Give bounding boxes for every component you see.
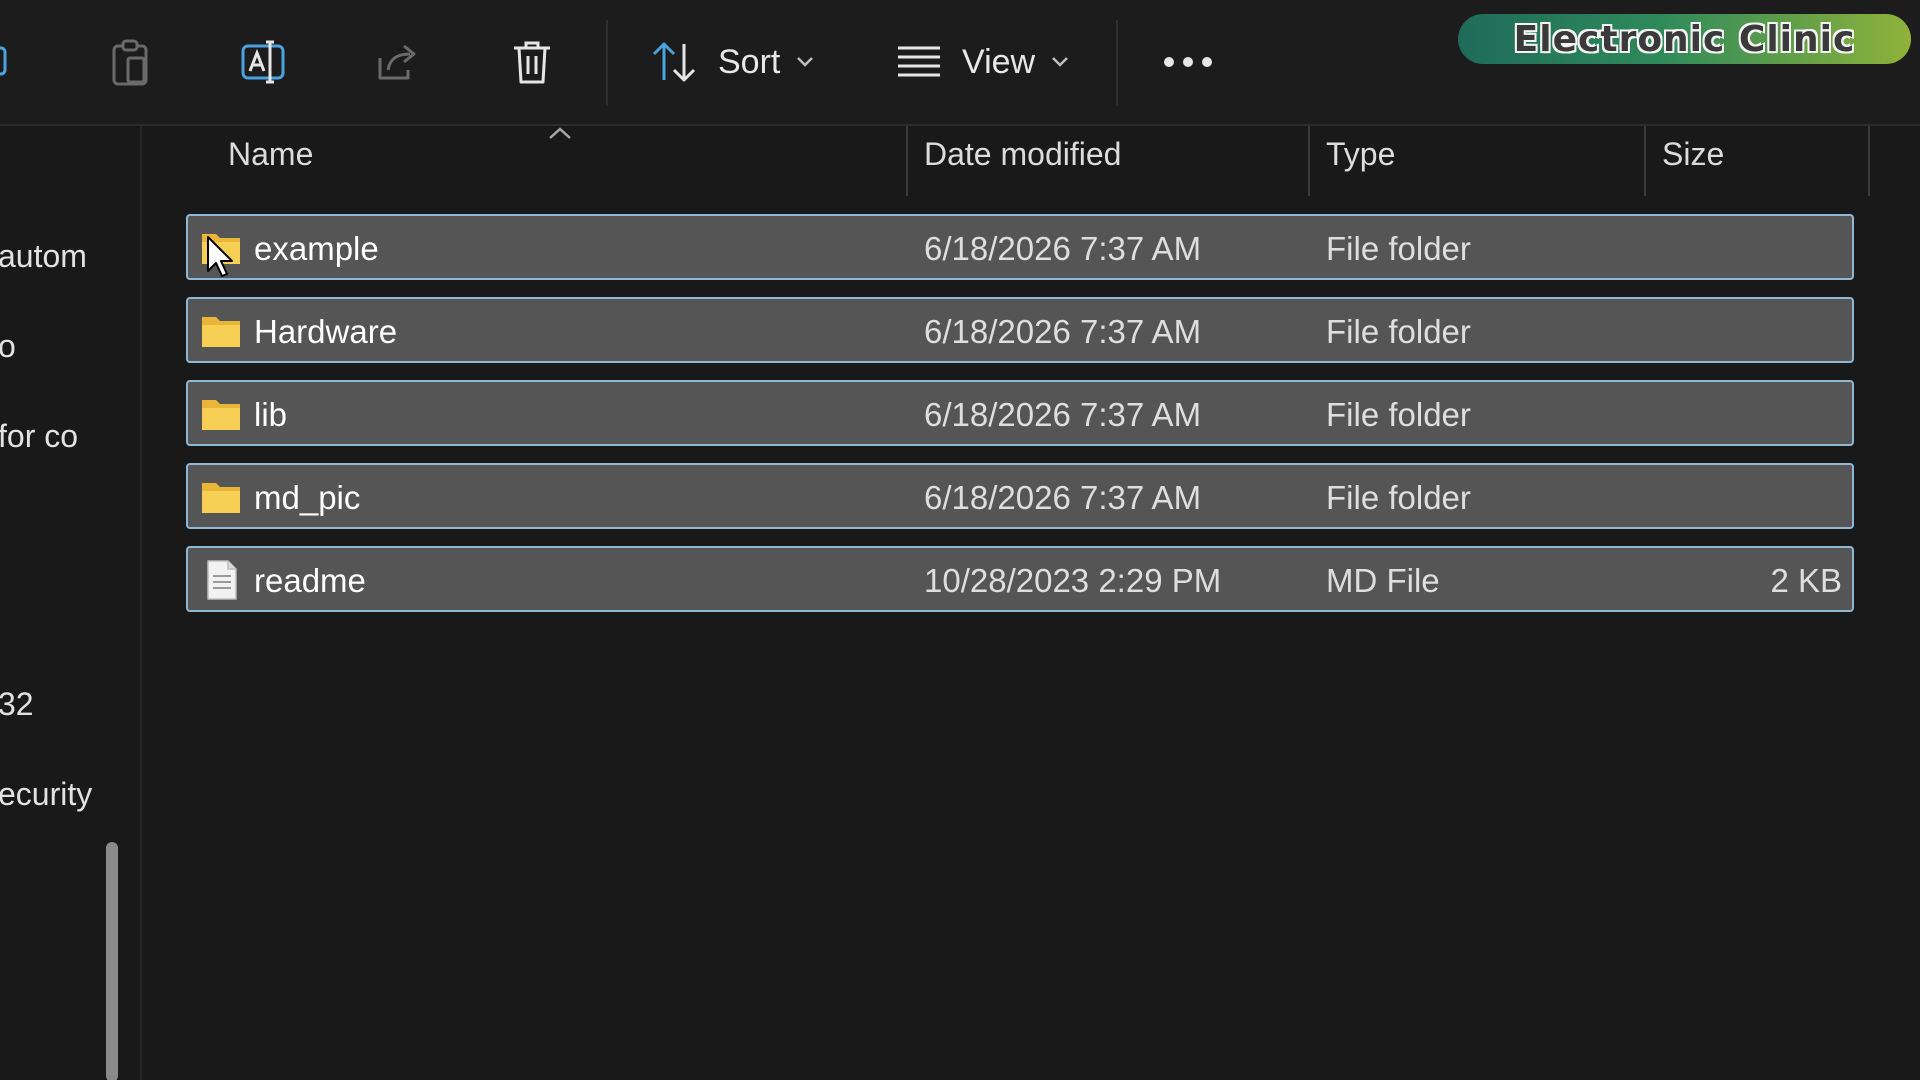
- nav-item[interactable]: autom: [0, 238, 87, 275]
- share-button[interactable]: [374, 30, 422, 94]
- chevron-down-icon: [1052, 57, 1068, 67]
- column-header-date-modified[interactable]: Date modified: [924, 136, 1121, 173]
- column-header-name[interactable]: Name: [228, 136, 313, 173]
- file-date-modified: 6/18/2026 7:37 AM: [924, 479, 1202, 516]
- view-button[interactable]: View: [896, 30, 1076, 94]
- file-type: File folder: [1326, 479, 1471, 516]
- column-header-size[interactable]: Size: [1662, 136, 1724, 173]
- watermark-text: Electronic Clinic: [1513, 18, 1856, 60]
- mouse-cursor-icon: [207, 236, 233, 277]
- nav-item[interactable]: for co: [0, 418, 78, 455]
- file-date-modified: 6/18/2026 7:37 AM: [924, 230, 1202, 267]
- file-date-modified: 6/18/2026 7:37 AM: [924, 313, 1202, 350]
- file-type: File folder: [1326, 396, 1471, 433]
- copy-icon: [0, 46, 7, 76]
- sort-arrows-icon: [652, 42, 696, 82]
- nav-item[interactable]: 32: [0, 686, 34, 723]
- file-type: File folder: [1326, 313, 1471, 350]
- document-icon: [207, 560, 237, 600]
- folder-icon: [202, 400, 240, 430]
- cut-button[interactable]: [0, 30, 26, 94]
- rename-icon: [241, 40, 285, 84]
- file-size: 2 KB: [1770, 562, 1842, 599]
- scrollbar-thumb[interactable]: [106, 842, 118, 1080]
- folder-icon: [202, 483, 240, 513]
- file-name: lib: [254, 396, 288, 433]
- sort-button[interactable]: Sort: [650, 30, 820, 94]
- nav-item[interactable]: o: [0, 328, 16, 365]
- sort-label: Sort: [718, 42, 781, 81]
- nav-item[interactable]: ecurity: [0, 776, 92, 813]
- file-row[interactable]: example 6/18/2026 7:37 AM File folder: [186, 214, 1854, 280]
- command-bar: Sort View Electronic Clinic: [0, 0, 1920, 126]
- rename-button[interactable]: [240, 30, 288, 94]
- watermark-logo: Electronic Clinic: [1458, 14, 1911, 64]
- file-row[interactable]: md_pic 6/18/2026 7:37 AM File folder: [186, 463, 1854, 529]
- trash-icon: [514, 41, 550, 84]
- share-icon: [378, 44, 416, 80]
- column-divider[interactable]: [1644, 126, 1646, 196]
- clipboard-icon: [112, 39, 148, 86]
- column-header-type[interactable]: Type: [1326, 136, 1395, 173]
- file-name: readme: [254, 562, 366, 599]
- file-date-modified: 10/28/2023 2:29 PM: [924, 562, 1222, 599]
- folder-icon: [202, 317, 240, 347]
- column-header-row: Name Date modified Type Size: [142, 126, 1920, 200]
- chevron-down-icon: [797, 57, 814, 67]
- file-row[interactable]: lib 6/18/2026 7:37 AM File folder: [186, 380, 1854, 446]
- delete-button[interactable]: [508, 30, 556, 94]
- more-dots-icon: [1164, 57, 1212, 67]
- file-row[interactable]: Hardware 6/18/2026 7:37 AM File folder: [186, 297, 1854, 363]
- file-type: File folder: [1326, 230, 1471, 267]
- toolbar-divider: [1116, 20, 1118, 106]
- paste-button[interactable]: [106, 30, 154, 94]
- navigation-pane: autom o for co 32 ecurity: [0, 126, 142, 1080]
- file-name: md_pic: [254, 479, 361, 516]
- column-divider[interactable]: [1308, 126, 1310, 196]
- file-date-modified: 6/18/2026 7:37 AM: [924, 396, 1202, 433]
- file-type: MD File: [1326, 562, 1440, 599]
- view-list-icon: [898, 46, 940, 77]
- file-name: example: [254, 230, 379, 267]
- sort-ascending-caret-icon: [549, 127, 571, 139]
- toolbar-divider: [606, 20, 608, 106]
- file-row[interactable]: readme 10/28/2023 2:29 PM MD File 2 KB: [186, 546, 1854, 612]
- view-label: View: [962, 42, 1036, 81]
- more-options-button[interactable]: [1160, 30, 1216, 94]
- file-name: Hardware: [254, 313, 398, 350]
- column-divider[interactable]: [1868, 126, 1870, 196]
- column-divider[interactable]: [906, 126, 908, 196]
